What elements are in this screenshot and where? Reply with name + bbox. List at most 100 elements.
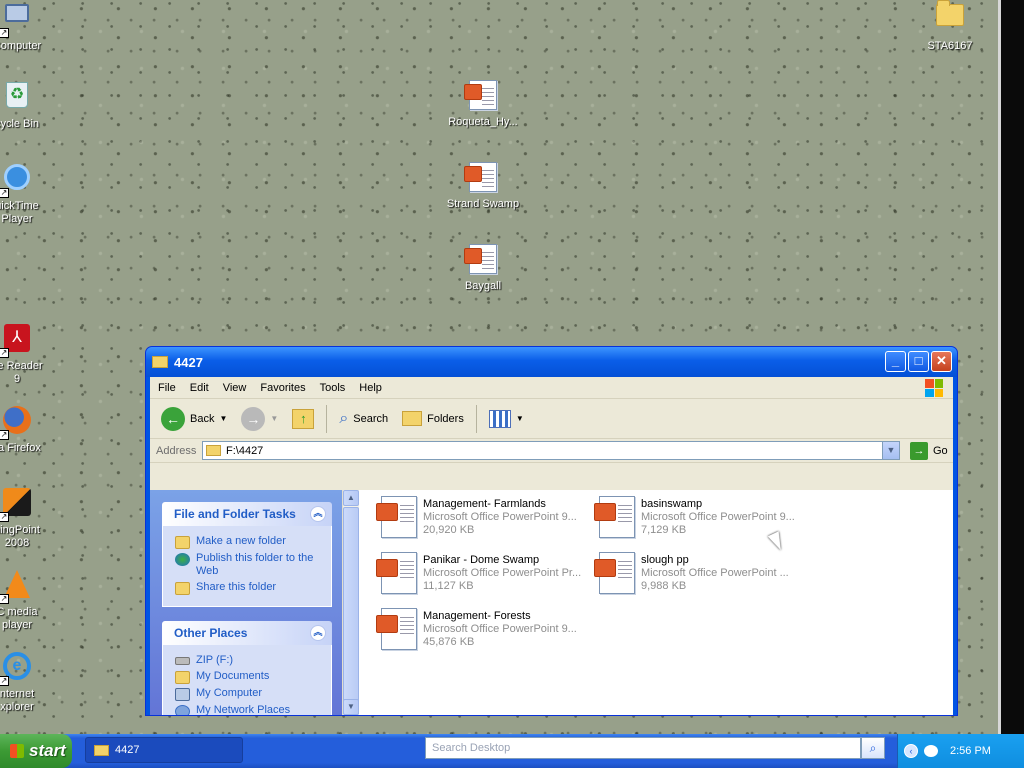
desktop-icon-recycle-bin[interactable]: ♻ cycle Bin xyxy=(0,80,57,131)
powerpoint-file-icon xyxy=(594,496,635,538)
place-my-computer[interactable]: My Computer xyxy=(175,687,323,701)
place-label: My Network Places xyxy=(196,704,291,716)
menu-tools[interactable]: Tools xyxy=(320,382,346,394)
menu-file[interactable]: File xyxy=(158,382,176,394)
tray-expand-icon[interactable]: ‹ xyxy=(904,744,918,758)
search-button[interactable]: ⌕ Search xyxy=(334,407,393,431)
folders-button[interactable]: Folders xyxy=(397,408,469,429)
taskbar-window-button[interactable]: 4427 xyxy=(85,737,243,763)
task-share-folder[interactable]: Share this folder xyxy=(175,581,323,595)
up-folder-button[interactable]: ↑ xyxy=(287,406,319,432)
file-type: Microsoft Office PowerPoint Pr... xyxy=(423,567,582,579)
desktop-icon-baygall[interactable]: Baygall xyxy=(443,244,523,293)
place-label: My Documents xyxy=(196,670,270,682)
file-folder-tasks-header[interactable]: File and Folder Tasks ︽ xyxy=(162,502,332,526)
window-title-bar[interactable]: 4427 xyxy=(146,347,957,377)
file-item[interactable]: Management- Forests Microsoft Office Pow… xyxy=(376,608,591,650)
powerpoint-file-icon xyxy=(594,552,635,594)
place-my-network-places[interactable]: My Network Places xyxy=(175,704,323,716)
file-size: 45,876 KB xyxy=(423,636,475,648)
file-name: Management- Farmlands xyxy=(423,498,546,510)
powerpoint-file-icon xyxy=(376,496,417,538)
desktop-search-input[interactable]: Search Desktop xyxy=(425,737,861,759)
file-type: Microsoft Office PowerPoint 9... xyxy=(423,623,577,635)
explorer-body: File and Folder Tasks ︽ Make a new folde… xyxy=(150,490,953,715)
desktop-icon-label: lla Firefox xyxy=(0,442,41,454)
desktop-icon-computer[interactable]: ↗ Computer xyxy=(0,2,57,53)
task-pane-scrollbar[interactable]: ▲ ▼ xyxy=(342,490,359,715)
desktop-icon-roqueta[interactable]: Roqueta_Hy... xyxy=(443,80,523,129)
network-places-icon xyxy=(175,705,190,715)
menu-favorites[interactable]: Favorites xyxy=(260,382,305,394)
system-tray: ‹ 2:56 PM xyxy=(897,734,1024,768)
scroll-up-arrow-icon[interactable]: ▲ xyxy=(343,490,359,506)
desktop-icon-sta6167[interactable]: STA6167 xyxy=(910,0,990,53)
folder-icon xyxy=(152,356,168,368)
desktop-icon-label: C media player xyxy=(0,606,38,631)
place-my-documents[interactable]: My Documents xyxy=(175,670,323,684)
collapse-chevron-icon[interactable]: ︽ xyxy=(310,506,326,522)
chevron-down-icon[interactable]: ▼ xyxy=(219,414,227,423)
menu-edit[interactable]: Edit xyxy=(190,382,209,394)
desktop-icon-vlc[interactable]: ↗ C media player xyxy=(0,570,57,632)
task-label: Make a new folder xyxy=(196,535,286,547)
desktop-icon-strand-swamp[interactable]: Strand Swamp xyxy=(443,162,523,211)
desktop-icon-label: STA6167 xyxy=(927,40,973,52)
collapse-chevron-icon[interactable]: ︽ xyxy=(310,625,326,641)
powerpoint-file-icon xyxy=(376,552,417,594)
task-publish-folder[interactable]: Publish this folder to the Web xyxy=(175,552,323,578)
go-arrow-icon: → xyxy=(910,441,928,460)
recycle-bin-icon: ♻ xyxy=(1,82,33,114)
desktop-icon-adobe-reader[interactable]: ⅄↗ be Reader 9 xyxy=(0,324,57,386)
menu-view[interactable]: View xyxy=(223,382,247,394)
search-icon[interactable]: ⌕ xyxy=(861,737,885,759)
maximize-button[interactable]: □ xyxy=(908,351,929,372)
scroll-down-arrow-icon[interactable]: ▼ xyxy=(343,699,359,715)
forward-button[interactable]: → ▼ xyxy=(236,404,283,434)
turningpoint-icon: ↗ xyxy=(0,488,33,522)
file-name: Panikar - Dome Swamp xyxy=(423,554,540,566)
desktop-icon-label: be Reader 9 xyxy=(0,360,43,385)
task-make-new-folder[interactable]: Make a new folder xyxy=(175,535,323,549)
place-zip-drive[interactable]: ZIP (F:) xyxy=(175,654,323,667)
back-arrow-icon: ← xyxy=(161,406,185,431)
desktop-icon-turningpoint[interactable]: ↗ ningPoint 2008 xyxy=(0,488,57,550)
chevron-down-icon: ▼ xyxy=(515,414,524,423)
powerpoint-icon xyxy=(464,244,499,276)
tray-bubble-icon[interactable] xyxy=(924,745,938,757)
file-size: 9,988 KB xyxy=(641,580,687,592)
chevron-down-icon[interactable]: ▼ xyxy=(270,414,278,423)
file-name: basinswamp xyxy=(641,498,703,510)
desktop-icon-label: Roqueta_Hy... xyxy=(448,116,518,128)
back-button[interactable]: ← Back ▼ xyxy=(156,404,232,434)
minimize-button[interactable]: _ xyxy=(885,351,906,372)
scrollbar-thumb[interactable] xyxy=(343,507,359,715)
folder-icon xyxy=(934,0,966,36)
close-button[interactable]: ✕ xyxy=(931,351,952,372)
clock[interactable]: 2:56 PM xyxy=(950,745,991,757)
task-label: Share this folder xyxy=(196,581,277,593)
file-item[interactable]: Management- Farmlands Microsoft Office P… xyxy=(376,496,591,538)
file-item[interactable]: Panikar - Dome Swamp Microsoft Office Po… xyxy=(376,552,591,594)
go-button[interactable]: → Go xyxy=(910,441,948,460)
address-input[interactable]: F:\4427 ▼ xyxy=(202,441,900,460)
views-button[interactable]: ▼ xyxy=(484,407,529,431)
start-button[interactable]: start xyxy=(0,734,72,768)
file-name: Management- Forests xyxy=(423,610,531,622)
desktop-icon-label: Computer xyxy=(0,40,42,52)
file-item[interactable]: slough pp Microsoft Office PowerPoint ..… xyxy=(594,552,809,594)
other-places-header[interactable]: Other Places ︽ xyxy=(162,621,332,645)
desktop-icon-internet-explorer[interactable]: e ↗ nternet xplorer xyxy=(0,652,57,714)
forward-arrow-icon: → xyxy=(241,406,266,431)
task-label: Publish this folder to the Web xyxy=(196,552,314,577)
address-dropdown-button[interactable]: ▼ xyxy=(882,442,899,459)
menu-help[interactable]: Help xyxy=(359,382,382,394)
new-folder-icon xyxy=(175,536,190,549)
desktop-icon-quicktime[interactable]: ↗ uickTime Player xyxy=(0,162,57,226)
window-title: 4427 xyxy=(174,354,203,370)
toolbar: ← Back ▼ → ▼ ↑ ⌕ Search Folders ▼ xyxy=(150,399,953,439)
address-bar: Address F:\4427 ▼ → Go xyxy=(150,439,953,463)
panel-title: Other Places xyxy=(174,626,248,640)
desktop-icon-firefox[interactable]: ↗ lla Firefox xyxy=(0,406,57,455)
folders-icon xyxy=(402,411,423,426)
